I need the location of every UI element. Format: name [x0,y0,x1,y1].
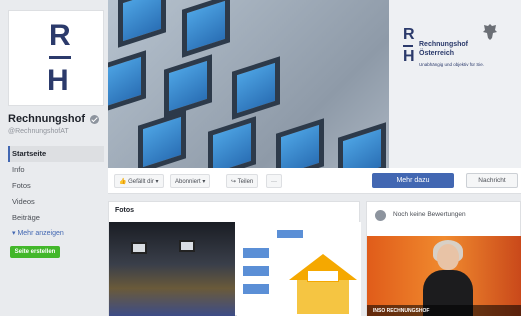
page-title[interactable]: Rechnungshof [8,113,100,125]
share-button[interactable]: ↪ Teilen [226,174,259,188]
verified-badge-icon [90,114,100,124]
photo-thumbnail[interactable] [109,222,235,316]
page-action-bar: 👍 Gefällt dir ▾ Abonniert ▾ ↪ Teilen ···… [108,168,521,194]
building-window [208,116,256,168]
sidebar-item-info[interactable]: Info [8,162,104,178]
video-caption: INSO RECHNUNGSHOF [367,305,521,316]
cover-logo-h: H [403,48,415,65]
page-handle[interactable]: @RechnungshofAT [8,128,69,135]
diagram-box [243,266,269,276]
eagle-emblem-icon [483,24,497,40]
message-label: Nachricht [478,177,506,184]
diagram-box [243,248,269,258]
studio-light [131,242,147,254]
sidebar-nav: Startseite Info Fotos Videos Beiträge ▾ … [8,146,104,242]
create-page-button[interactable]: Seite erstellen [10,246,60,258]
more-info-button[interactable]: Mehr dazu [372,173,454,188]
house-diagram-box [307,270,339,282]
more-options-button[interactable]: ··· [266,174,282,188]
video-thumbnail[interactable]: INSO RECHNUNGSHOF [367,236,521,316]
page-name-text: Rechnungshof [8,113,85,125]
sidebar-item-fotos[interactable]: Fotos [8,178,104,194]
photo-thumbnail[interactable] [237,222,361,316]
subscribed-button[interactable]: Abonniert ▾ [170,174,211,188]
photos-card: Fotos [108,201,361,316]
logo-divider [49,56,71,59]
building-window [138,110,186,168]
profile-picture[interactable]: R H [8,10,104,106]
building-window [338,122,386,168]
building-window [164,54,212,118]
review-bubble-icon [375,210,386,221]
sidebar-item-startseite[interactable]: Startseite [8,146,104,162]
building-window [108,50,146,114]
house-diagram-body [297,280,349,314]
logo-letter-h: H [47,64,69,97]
diagram-box [277,230,303,238]
message-button[interactable]: Nachricht [466,173,518,188]
cover-logo-divider [403,45,413,47]
cover-name-line1: Rechnungshof [419,41,468,48]
cover-brand-panel: R H Rechnungshof Österreich Unabhängig u… [389,0,521,168]
diagram-box [243,284,269,294]
cover-tagline: Unabhängig und objektiv für Sie. [419,62,485,67]
cover-name-line2: Österreich [419,50,455,57]
like-button[interactable]: 👍 Gefällt dir ▾ [114,174,164,188]
building-window [276,118,324,168]
cover-photo[interactable]: R H Rechnungshof Österreich Unabhängig u… [108,0,521,168]
show-more-link[interactable]: ▾ Mehr anzeigen [8,226,104,242]
person-head [437,244,459,270]
logo-letter-r: R [49,19,71,52]
building-window [118,0,166,48]
building-window [182,0,230,58]
building-window [232,56,280,120]
photos-title[interactable]: Fotos [115,207,134,214]
left-sidebar: R H Rechnungshof @RechnungshofAT Startse… [0,0,104,316]
sidebar-item-beitraege[interactable]: Beiträge [8,210,104,226]
sidebar-item-videos[interactable]: Videos [8,194,104,210]
studio-light [179,240,195,252]
reviews-status: Noch keine Bewertungen [393,211,466,218]
reviews-card: Noch keine Bewertungen INSO RECHNUNGSHOF [366,201,521,316]
cover-logo-r: R [403,26,415,43]
